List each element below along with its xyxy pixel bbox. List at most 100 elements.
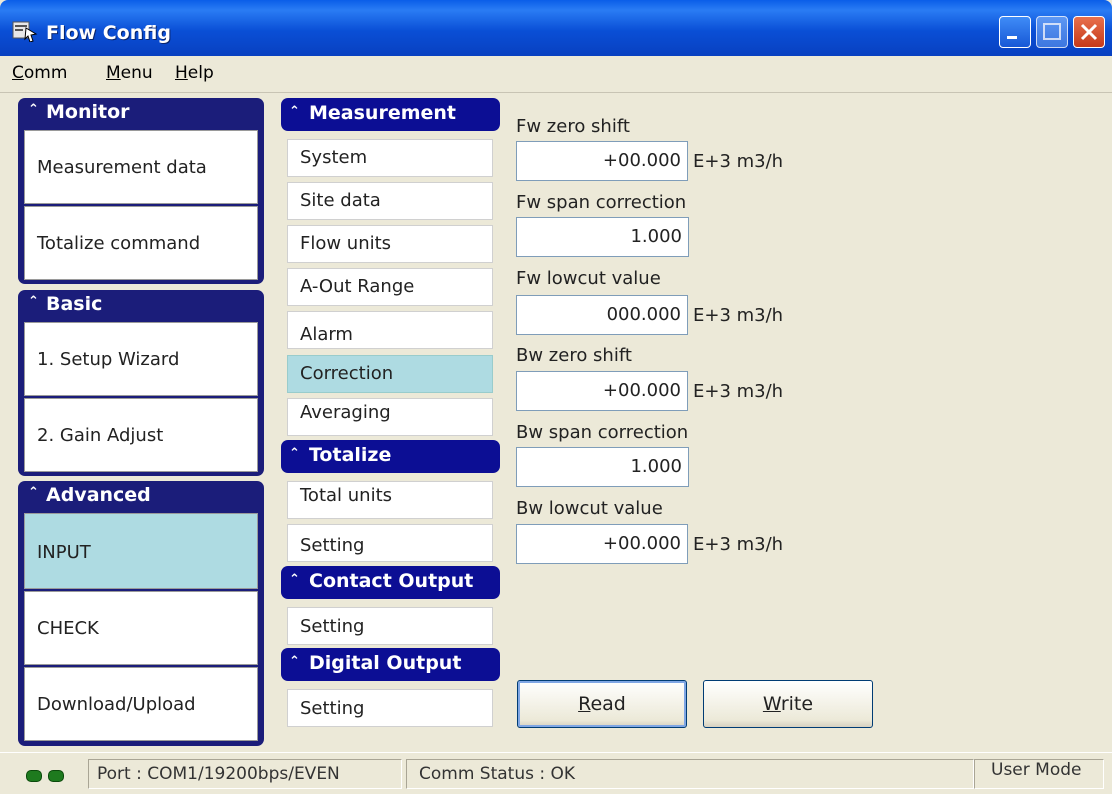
sidebar-item-check[interactable]: CHECK — [24, 591, 258, 665]
app-window: Flow Config Comm Menu Help ⌃ Monitor Mea… — [0, 0, 1112, 794]
sidebar-item-input[interactable]: INPUT — [24, 513, 258, 589]
submenu-item-label: System — [300, 147, 368, 168]
port-status-text: Port : COM1/19200bps/EVEN — [97, 764, 340, 784]
menu-menu-label: enu — [120, 63, 153, 83]
close-button[interactable] — [1073, 16, 1105, 48]
window-title: Flow Config — [46, 22, 171, 44]
menu-bar: Comm Menu Help — [0, 56, 1112, 93]
submenu-item-digital-output-setting[interactable]: Setting — [287, 689, 493, 727]
bw-zero-shift-label: Bw zero shift — [516, 345, 632, 366]
submenu-item-label: Alarm — [300, 324, 353, 345]
submenu-item-totalize-setting[interactable]: Setting — [287, 524, 493, 562]
bw-lowcut-value-label: Bw lowcut value — [516, 498, 663, 519]
contact-output-section-header[interactable]: ⌃ Contact Output — [281, 566, 500, 599]
app-window-icon — [12, 21, 38, 42]
submenu-item-contact-output-setting[interactable]: Setting — [287, 607, 493, 645]
double-chevron-up-icon: ⌃ — [28, 485, 39, 500]
write-button-label: rite — [780, 693, 814, 715]
digital-output-section-header[interactable]: ⌃ Digital Output — [281, 648, 500, 681]
close-icon — [1080, 23, 1098, 41]
bw-span-correction-label: Bw span correction — [516, 422, 689, 443]
fw-span-correction-field[interactable]: 1.000 — [516, 217, 689, 257]
menu-help-label: elp — [187, 63, 214, 83]
sidebar-item-label: INPUT — [37, 542, 91, 563]
submenu-item-system[interactable]: System — [287, 139, 493, 177]
submenu-item-label: Setting — [300, 698, 365, 719]
sidebar-item-label: Download/Upload — [37, 694, 196, 715]
measurement-section-header[interactable]: ⌃ Measurement — [281, 98, 500, 131]
fw-lowcut-value-unit: E+3 m3/h — [693, 305, 784, 326]
submenu-item-label: Flow units — [300, 233, 392, 254]
double-chevron-up-icon: ⌃ — [289, 446, 300, 461]
maximize-button[interactable] — [1036, 16, 1068, 48]
advanced-group-title: Advanced — [46, 484, 151, 506]
bw-lowcut-value-unit: E+3 m3/h — [693, 534, 784, 555]
fw-lowcut-value-field[interactable]: 000.000 — [516, 295, 688, 335]
write-button[interactable]: Write — [703, 680, 873, 728]
measurement-section-title: Measurement — [309, 102, 456, 124]
bw-zero-shift-field[interactable]: +00.000 — [516, 371, 688, 411]
advanced-group: ⌃ Advanced INPUT CHECK Download/Upload — [18, 481, 264, 746]
read-button[interactable]: Read — [517, 680, 687, 728]
double-chevron-up-icon: ⌃ — [289, 572, 300, 587]
bw-span-correction-field[interactable]: 1.000 — [516, 447, 689, 487]
mode-status-text: User Mode — [991, 760, 1082, 780]
menu-comm[interactable]: Comm — [12, 63, 67, 83]
menu-help[interactable]: Help — [175, 63, 214, 83]
title-bar[interactable]: Flow Config — [0, 0, 1112, 56]
sidebar-item-setup-wizard[interactable]: 1. Setup Wizard — [24, 322, 258, 396]
port-status: Port : COM1/19200bps/EVEN — [88, 759, 402, 789]
sidebar-item-measurement-data[interactable]: Measurement data — [24, 130, 258, 204]
menu-menu-accel: M — [106, 63, 121, 83]
maximize-icon — [1043, 23, 1061, 40]
basic-group-title: Basic — [46, 293, 103, 315]
menu-comm-label: omm — [23, 63, 68, 83]
fw-span-correction-label: Fw span correction — [516, 192, 687, 213]
monitor-group-header[interactable]: ⌃ Monitor — [18, 98, 264, 128]
write-button-accel: W — [762, 693, 781, 715]
submenu-item-label: Averaging — [300, 402, 391, 423]
double-chevron-up-icon: ⌃ — [28, 294, 39, 309]
sidebar-item-download-upload[interactable]: Download/Upload — [24, 667, 258, 741]
minimize-button[interactable] — [999, 16, 1031, 48]
sidebar-item-label: Totalize command — [37, 233, 201, 254]
submenu-item-site-data[interactable]: Site data — [287, 182, 493, 220]
submenu-item-correction[interactable]: Correction — [287, 355, 493, 393]
contact-output-section-title: Contact Output — [309, 570, 474, 592]
sidebar-item-label: 1. Setup Wizard — [37, 349, 180, 370]
double-chevron-up-icon: ⌃ — [28, 102, 39, 117]
led-icon — [48, 770, 64, 782]
submenu-item-label: Site data — [300, 190, 381, 211]
menu-help-accel: H — [175, 63, 188, 83]
fw-zero-shift-field[interactable]: +00.000 — [516, 141, 688, 181]
submenu-item-flow-units[interactable]: Flow units — [287, 225, 493, 263]
sidebar-item-totalize-command[interactable]: Totalize command — [24, 206, 258, 280]
monitor-group: ⌃ Monitor Measurement data Totalize comm… — [18, 98, 264, 284]
submenu-item-label: Correction — [300, 363, 394, 384]
fw-zero-shift-unit: E+3 m3/h — [693, 151, 784, 172]
advanced-group-header[interactable]: ⌃ Advanced — [18, 481, 264, 511]
submenu-item-alarm[interactable]: Alarm — [287, 311, 493, 349]
connection-indicator — [14, 759, 84, 789]
double-chevron-up-icon: ⌃ — [289, 104, 300, 119]
monitor-group-title: Monitor — [46, 101, 130, 123]
submenu-item-label: Setting — [300, 535, 365, 556]
sidebar-item-gain-adjust[interactable]: 2. Gain Adjust — [24, 398, 258, 472]
fw-zero-shift-label: Fw zero shift — [516, 116, 630, 137]
menu-comm-accel: C — [12, 63, 24, 83]
basic-group: ⌃ Basic 1. Setup Wizard 2. Gain Adjust — [18, 290, 264, 476]
submenu-item-a-out-range[interactable]: A-Out Range — [287, 268, 493, 306]
submenu-item-total-units[interactable]: Total units — [287, 481, 493, 519]
fw-lowcut-value-label: Fw lowcut value — [516, 268, 661, 289]
read-button-label: ead — [590, 693, 626, 715]
basic-group-header[interactable]: ⌃ Basic — [18, 290, 264, 320]
menu-menu[interactable]: Menu — [106, 63, 153, 83]
totalize-section-header[interactable]: ⌃ Totalize — [281, 440, 500, 473]
totalize-section-title: Totalize — [309, 444, 392, 466]
submenu-item-label: A-Out Range — [300, 276, 415, 297]
submenu-item-averaging[interactable]: Averaging — [287, 398, 493, 436]
status-bar: Port : COM1/19200bps/EVEN Comm Status : … — [0, 752, 1112, 794]
bw-lowcut-value-field[interactable]: +00.000 — [516, 524, 688, 564]
submenu-item-label: Setting — [300, 616, 365, 637]
sidebar-item-label: Measurement data — [37, 157, 207, 178]
